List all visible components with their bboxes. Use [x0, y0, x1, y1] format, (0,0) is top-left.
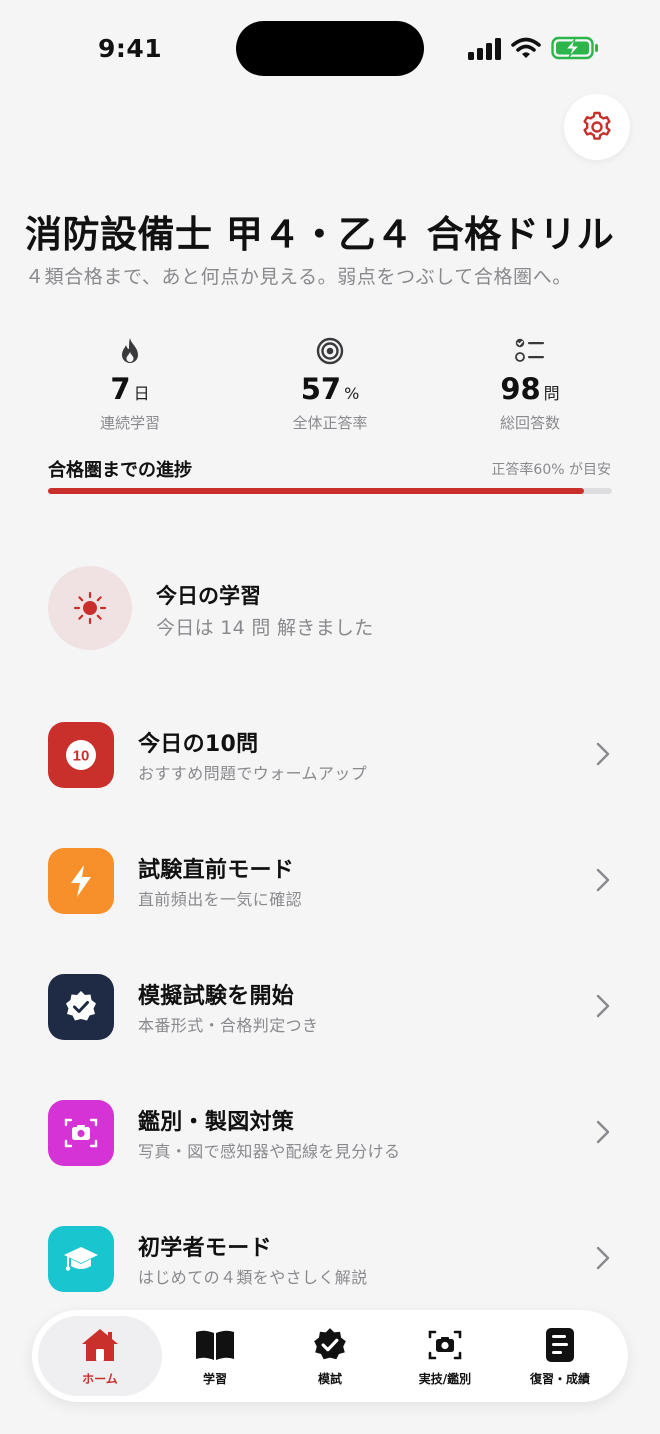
checklist-icon [515, 338, 544, 362]
ten-badge-icon: 10 [66, 740, 96, 770]
menu-subtitle: おすすめ問題でウォームアップ [138, 764, 368, 783]
stat-total-label: 総回答数 [499, 414, 560, 432]
stat-streak-unit: 日 [133, 384, 150, 403]
menu-item-mock-exam[interactable]: 模擬試験を開始 本番形式・合格判定つき [48, 972, 618, 1042]
tab-home[interactable]: ホーム [38, 1316, 162, 1396]
menu-subtitle: 直前頻出を一気に確認 [138, 890, 303, 909]
menu-item-final-review[interactable]: 試験直前モード 直前頻出を一気に確認 [48, 846, 618, 916]
chevron-right-icon [596, 868, 610, 892]
menu-title: 試験直前モード [138, 858, 295, 883]
lightning-icon [71, 865, 91, 897]
tab-home-label: ホーム [82, 1372, 118, 1386]
stat-total-unit: 問 [543, 384, 560, 403]
graduation-cap-icon [64, 1247, 98, 1271]
stat-total-value: 98 [500, 372, 541, 406]
flame-icon [122, 338, 138, 363]
menu-title: 初学者モード [138, 1236, 272, 1261]
tab-mock-exam-label: 模試 [317, 1372, 342, 1386]
menu-icon-tile [48, 974, 114, 1040]
today-subtitle: 今日は 14 問 解きました [156, 617, 374, 639]
report-icon [546, 1328, 574, 1362]
progress-title: 合格圏までの進捗 [48, 460, 192, 481]
progress-fill [48, 488, 584, 494]
cellular-signal-icon [468, 38, 501, 60]
book-icon [196, 1330, 234, 1360]
wifi-icon [511, 37, 541, 58]
app-subtitle: ４類合格まで、あと何点か見える。弱点をつぶして合格圏へ。 [25, 266, 572, 288]
stat-total: 98 問 総回答数 [440, 336, 620, 433]
menu-icon-tile [48, 1100, 114, 1166]
menu-title: 今日の10問 [138, 732, 259, 757]
stat-accuracy: 57 % 全体正答率 [240, 336, 420, 433]
today-summary: 今日の学習 今日は 14 問 解きました [48, 566, 608, 652]
tab-bar: ホーム 学習 模試 実技/鑑別 復習・成績 [32, 1310, 628, 1402]
menu-icon-tile [48, 848, 114, 914]
today-title: 今日の学習 [156, 584, 261, 608]
menu-icon-tile [48, 1226, 114, 1292]
tab-study[interactable]: 学習 [153, 1316, 277, 1396]
menu-title: 鑑別・製図対策 [138, 1110, 295, 1135]
stat-streak-value: 7 [110, 372, 131, 406]
sun-icon [73, 591, 107, 625]
tab-review-label: 復習・成績 [529, 1372, 590, 1386]
chevron-right-icon [596, 742, 610, 766]
menu-subtitle: はじめての４類をやさしく解説 [138, 1268, 368, 1287]
stat-accuracy-value: 57 [300, 372, 342, 406]
tab-practical[interactable]: 実技/鑑別 [383, 1316, 507, 1396]
menu-icon-tile: 10 [48, 722, 114, 788]
stat-accuracy-unit: % [344, 384, 360, 403]
menu-subtitle: 本番形式・合格判定つき [138, 1016, 319, 1035]
tab-review[interactable]: 復習・成績 [498, 1316, 622, 1396]
gear-icon [583, 111, 611, 140]
verified-badge-icon [314, 1328, 346, 1360]
chevron-right-icon [596, 1120, 610, 1144]
battery-charging-icon [551, 36, 598, 60]
menu-item-daily-10[interactable]: 10 今日の10問 おすすめ問題でウォームアップ [48, 720, 618, 790]
status-bar: 9:41 [0, 0, 660, 100]
target-icon [316, 337, 344, 365]
progress-note: 正答率60% が目安 [491, 462, 611, 478]
svg-text:10: 10 [73, 748, 90, 765]
menu-subtitle: 写真・図で感知器や配線を見分ける [138, 1142, 401, 1161]
camera-scan-icon [64, 1118, 98, 1148]
verified-badge-icon [66, 991, 96, 1021]
camera-scan-icon [428, 1330, 462, 1360]
dynamic-island [236, 21, 424, 76]
home-icon [82, 1329, 118, 1361]
status-time: 9:41 [98, 34, 163, 63]
stat-streak: 7 日 連続学習 [40, 336, 220, 433]
settings-button[interactable] [564, 94, 630, 160]
menu-title: 模擬試験を開始 [138, 984, 295, 1009]
stat-streak-label: 連続学習 [99, 414, 160, 432]
tab-mock-exam[interactable]: 模試 [268, 1316, 392, 1396]
chevron-right-icon [596, 1246, 610, 1270]
menu-item-identification[interactable]: 鑑別・製図対策 写真・図で感知器や配線を見分ける [48, 1098, 618, 1168]
today-icon-circle [48, 566, 132, 650]
tab-study-label: 学習 [202, 1372, 227, 1386]
menu-item-beginner[interactable]: 初学者モード はじめての４類をやさしく解説 [48, 1224, 618, 1294]
progress-bar [48, 488, 612, 494]
tab-practical-label: 実技/鑑別 [418, 1372, 472, 1386]
chevron-right-icon [596, 994, 610, 1018]
app-title: 消防設備士 甲４・乙４ 合格ドリル [25, 213, 615, 256]
stat-accuracy-label: 全体正答率 [292, 414, 368, 432]
